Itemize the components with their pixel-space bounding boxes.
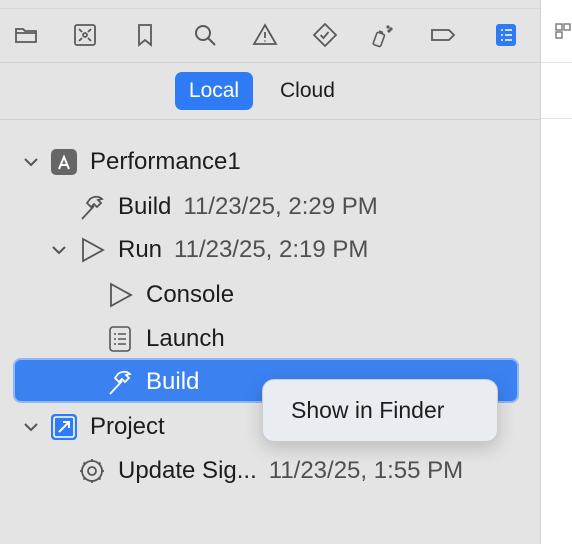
tree-label: Run — [118, 236, 163, 263]
tree-row-console[interactable]: Console — [0, 275, 540, 315]
tree-label: Build — [146, 368, 200, 395]
segment-divider — [0, 119, 540, 120]
report-navigator: Local Cloud Performance1 Build 11/23/25,… — [0, 0, 540, 544]
hammer-icon — [104, 366, 136, 398]
gear-sync-icon — [76, 455, 108, 487]
play-icon — [104, 279, 136, 311]
local-segment[interactable]: Local — [175, 72, 253, 110]
chevron-down-icon[interactable] — [22, 418, 40, 436]
diamond-check-icon[interactable] — [310, 20, 340, 50]
chevron-down-icon[interactable] — [22, 153, 40, 171]
chevron-down-icon[interactable] — [50, 241, 68, 259]
tree-label: Launch — [146, 325, 225, 352]
tree-label: Build — [118, 193, 172, 220]
tree-row-build[interactable]: Build 11/23/25, 2:29 PM — [0, 187, 540, 227]
tree-label: Update Sig... — [118, 457, 257, 484]
timestamp: 11/23/25, 1:55 PM — [268, 457, 464, 484]
spray-icon[interactable] — [367, 20, 397, 50]
tree-row-performance1[interactable]: Performance1 — [0, 142, 540, 182]
editor-divider — [541, 62, 572, 63]
show-in-finder-menu-item[interactable]: Show in Finder — [291, 397, 444, 424]
timestamp: 11/23/25, 2:19 PM — [174, 236, 369, 263]
report-list-icon[interactable] — [491, 20, 521, 50]
play-icon — [76, 234, 108, 266]
bookmark-icon[interactable] — [130, 20, 160, 50]
folder-icon[interactable] — [11, 20, 41, 50]
cloud-segment[interactable]: Cloud — [270, 72, 345, 110]
scope-segmented-control: Local Cloud — [0, 72, 540, 110]
grid-icon[interactable] — [555, 22, 571, 40]
tree-label: Project — [90, 413, 165, 440]
context-menu: Show in Finder — [262, 379, 498, 442]
search-icon[interactable] — [190, 20, 220, 50]
tag-icon[interactable] — [428, 20, 458, 50]
editor-divider — [541, 118, 572, 119]
tree-row-update[interactable]: Update Sig... 11/23/25, 1:55 PM — [0, 451, 540, 491]
warning-icon[interactable] — [250, 20, 280, 50]
editor-area — [540, 0, 572, 544]
timestamp: 11/23/25, 2:29 PM — [183, 193, 378, 220]
hammer-icon — [76, 191, 108, 223]
navigator-toolbar — [0, 0, 540, 62]
tree-label: Console — [146, 281, 235, 308]
tree-row-run[interactable]: Run 11/23/25, 2:19 PM — [0, 230, 540, 270]
tree-row-launch[interactable]: Launch — [0, 319, 540, 359]
list-document-icon — [104, 323, 136, 355]
target-icon[interactable] — [70, 20, 100, 50]
tree-label: Performance1 — [90, 148, 241, 175]
toolbar-divider — [0, 62, 540, 63]
project-icon — [48, 411, 80, 443]
app-icon — [48, 146, 80, 178]
